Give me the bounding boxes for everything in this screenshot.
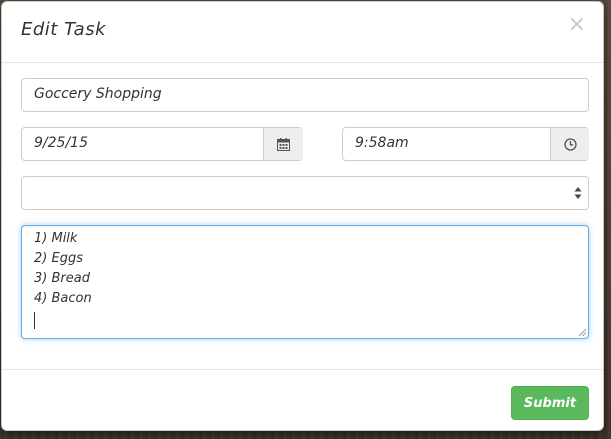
close-button[interactable]: × [568, 14, 586, 36]
clock-icon [563, 137, 577, 151]
updown-arrows-icon [574, 187, 582, 199]
resize-grip-icon[interactable] [578, 328, 587, 337]
time-value: 9:58am [355, 135, 409, 151]
time-picker-button[interactable] [550, 128, 589, 160]
modal-header: Edit Task × [2, 2, 603, 63]
notes-line: 3) Bread [34, 271, 90, 286]
notes-line: 4) Bacon [34, 291, 92, 306]
modal-title: Edit Task [21, 19, 107, 40]
edit-task-modal: Edit Task × Goccery Shopping 9/25/15 9:5… [1, 1, 604, 431]
text-caret [34, 312, 35, 329]
modal-footer: Submit [2, 369, 603, 432]
submit-button[interactable]: Submit [511, 386, 589, 420]
notes-line: 2) Eggs [34, 251, 83, 266]
date-input-group: 9/25/15 [21, 127, 303, 161]
time-input[interactable]: 9:58am [343, 128, 550, 160]
calendar-icon [277, 137, 290, 151]
date-picker-button[interactable] [263, 128, 303, 160]
category-select[interactable] [21, 176, 589, 210]
notes-textarea[interactable]: 1) Milk 2) Eggs 3) Bread 4) Bacon [21, 225, 589, 339]
time-input-group: 9:58am [342, 127, 589, 161]
date-value: 9/25/15 [34, 135, 88, 151]
date-input[interactable]: 9/25/15 [22, 128, 263, 160]
task-name-input[interactable]: Goccery Shopping [21, 78, 589, 112]
task-name-value: Goccery Shopping [34, 86, 162, 102]
notes-line: 1) Milk [34, 231, 78, 246]
